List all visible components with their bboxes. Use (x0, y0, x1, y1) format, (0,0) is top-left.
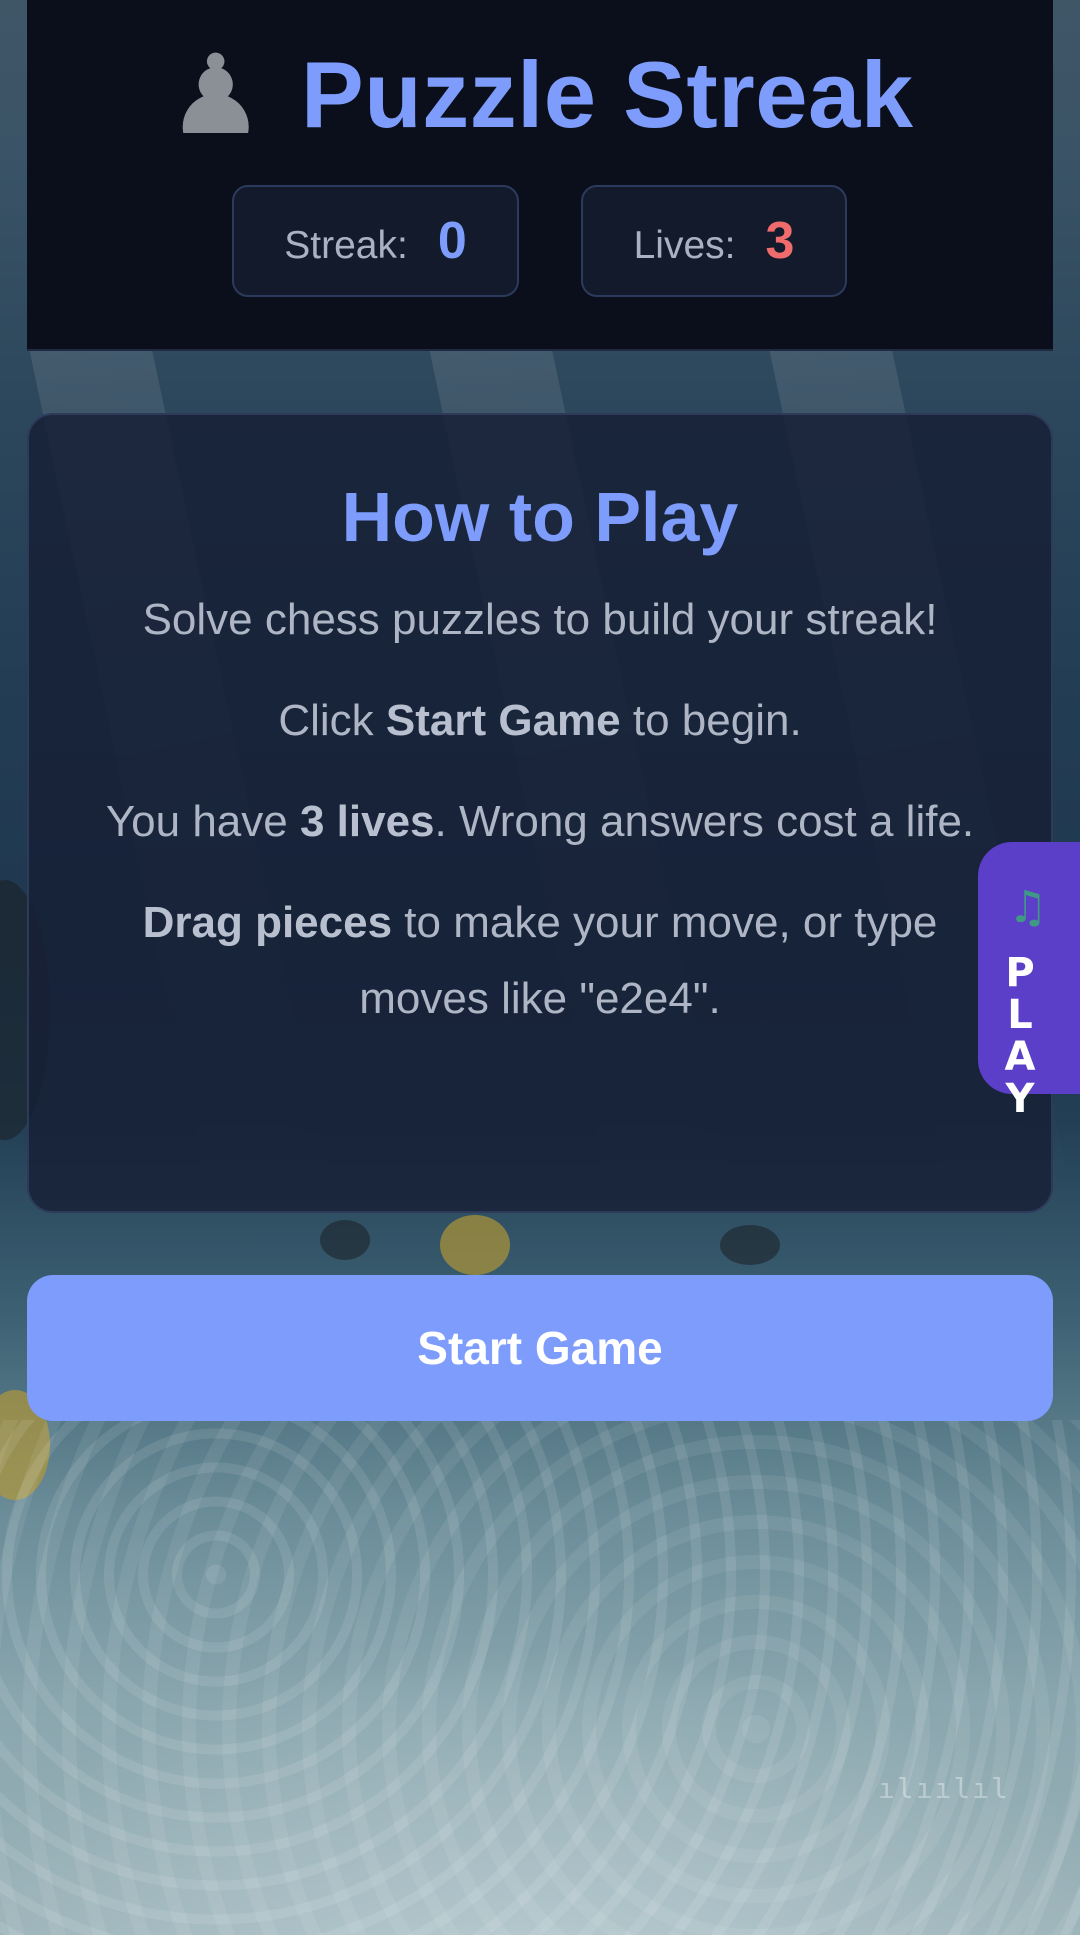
instruction-text: to make your move, or type moves like "e… (359, 898, 938, 1023)
lives-label: Lives: (633, 224, 736, 267)
fish-shape (720, 1225, 780, 1265)
instruction-line: Click Start Game to begin. (90, 683, 990, 759)
instruction-line: Drag pieces to make your move, or type m… (90, 885, 990, 1037)
how-to-play-card: How to Play Solve chess puzzles to build… (27, 413, 1053, 1213)
instruction-text: Click (278, 696, 386, 745)
music-note-icon: ♫ (1008, 882, 1048, 933)
page-title: Puzzle Streak (301, 42, 914, 147)
game-header: ♟ Puzzle Streak Streak: 0 Lives: 3 (27, 0, 1053, 351)
fish-shape (320, 1220, 370, 1260)
instruction-bold: Drag pieces (142, 898, 393, 947)
lives-counter: Lives: 3 (581, 185, 847, 297)
instruction-bold: 3 lives (299, 797, 435, 846)
streak-label: Streak: (284, 224, 408, 267)
play-label: PLAY (1004, 950, 1036, 1122)
streak-value: 0 (437, 212, 467, 270)
lives-value: 3 (765, 212, 795, 270)
start-game-button[interactable]: Start Game (27, 1275, 1053, 1421)
sand-caustics (0, 1420, 1080, 1935)
pawn-icon: ♟ (166, 31, 266, 159)
streak-counter: Streak: 0 (232, 185, 519, 297)
instruction-text: . Wrong answers cost a life. (434, 797, 975, 846)
instruction-text: to begin. (620, 696, 802, 745)
instruction-line: Solve chess puzzles to build your streak… (142, 595, 938, 644)
instruction-line: You have 3 lives. Wrong answers cost a l… (90, 784, 990, 860)
fish-shape (440, 1215, 510, 1275)
instruction-bold: Start Game (385, 696, 621, 745)
how-to-play-heading: How to Play (341, 478, 739, 556)
watermark-mark: ılıılıl (877, 1772, 1010, 1805)
instruction-text: You have (105, 797, 300, 846)
title-row: ♟ Puzzle Streak (27, 40, 1053, 150)
music-play-tab[interactable]: ♫ PLAY (978, 842, 1080, 1120)
